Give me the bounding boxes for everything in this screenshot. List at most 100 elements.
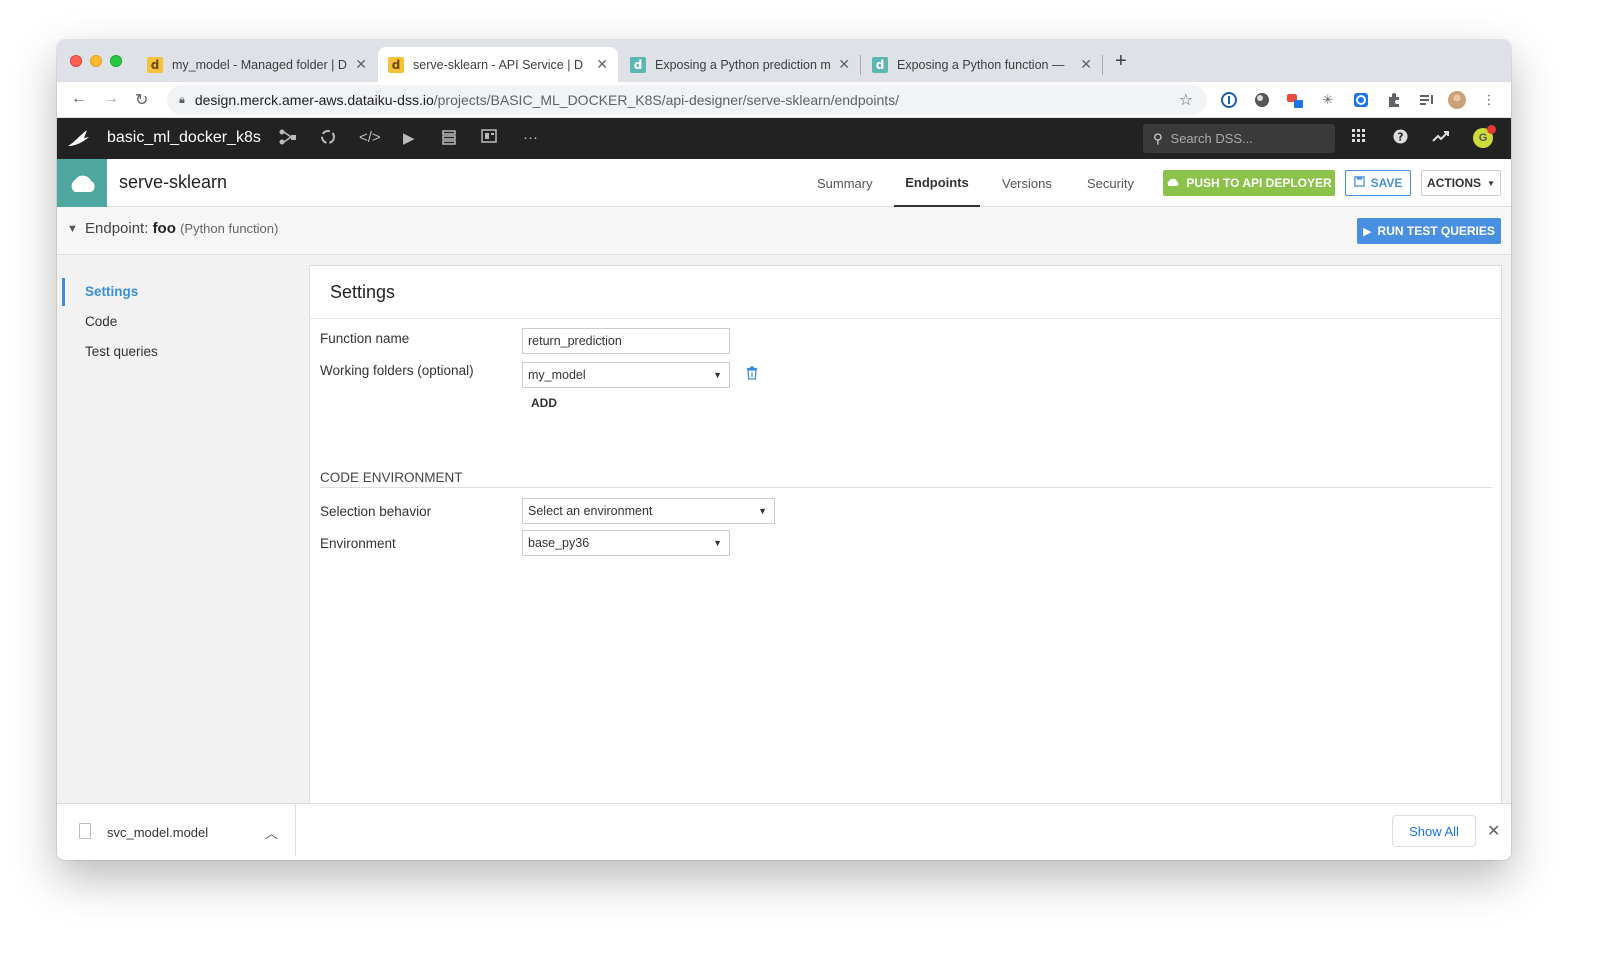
window-minimize-button[interactable] — [90, 55, 102, 67]
caret-down-icon: ▼ — [713, 538, 722, 548]
reload-icon[interactable]: ↻ — [135, 90, 148, 110]
password-manager-extension-icon[interactable] — [1220, 91, 1238, 109]
url-path: /projects/BASIC_ML_DOCKER_K8S/api-design… — [433, 92, 900, 108]
endpoint-prefix: Endpoint: — [85, 220, 149, 237]
section-divider — [320, 487, 1492, 488]
browser-window: d my_model - Managed folder | D ✕ d serv… — [57, 40, 1511, 860]
active-indicator — [62, 278, 65, 306]
play-icon: ▶ — [1363, 225, 1372, 238]
endpoint-type: (Python function) — [180, 221, 279, 236]
download-file-name[interactable]: svc_model.model — [107, 825, 208, 840]
browser-tab-serve-sklearn[interactable]: d serve-sklearn - API Service | D ✕ — [378, 47, 618, 82]
back-arrow-icon[interactable]: ← — [71, 90, 87, 108]
sidebar-item-settings[interactable]: Settings — [85, 284, 138, 299]
browser-tab-my-model[interactable]: d my_model - Managed folder | D ✕ — [137, 47, 377, 82]
tab-separator — [860, 55, 861, 75]
browser-tab-strip: d my_model - Managed folder | D ✕ d serv… — [57, 40, 1511, 82]
snowflake-extension-icon[interactable]: ✳︎ — [1319, 91, 1337, 109]
chevron-up-icon[interactable]: ︿ — [265, 823, 278, 842]
dataiku-doc-favicon-icon: d — [872, 56, 888, 73]
add-working-folder-button[interactable]: ADD — [531, 396, 557, 410]
refresh-extension-icon[interactable] — [1352, 91, 1370, 109]
flow-icon[interactable] — [279, 129, 297, 149]
lock-icon: 🔒︎ — [179, 93, 185, 106]
browser-tab-exposing-prediction[interactable]: d Exposing a Python prediction m ✕ — [620, 47, 860, 82]
tab-title: Exposing a Python function — — [897, 57, 1065, 72]
avatar-letter: G — [1478, 132, 1488, 144]
download-shelf: svc_model.model ︿ Show All ✕ — [57, 803, 1511, 860]
code-environment-heading: CODE ENVIRONMENT — [320, 470, 463, 485]
caret-down-icon: ▼ — [713, 370, 722, 380]
tab-security[interactable]: Security — [1087, 159, 1134, 207]
selection-behavior-select[interactable]: Select an environment ▼ — [522, 498, 775, 524]
endpoint-caret-down-icon[interactable]: ▼ — [67, 223, 78, 235]
svg-text:?: ? — [1398, 131, 1404, 143]
service-title: serve-sklearn — [119, 172, 228, 192]
endpoint-name: foo — [152, 220, 176, 237]
save-label: SAVE — [1370, 176, 1403, 190]
tab-summary[interactable]: Summary — [817, 159, 873, 207]
profile-avatar-icon[interactable] — [1448, 91, 1466, 109]
play-icon[interactable]: ▶ — [403, 129, 415, 147]
run-label: RUN TEST QUERIES — [1377, 224, 1495, 238]
url-host: design.merck.amer-aws.dataiku-dss.io — [194, 92, 434, 108]
address-bar[interactable]: 🔒︎ design.merck.amer-aws.dataiku-dss.io /… — [167, 85, 1207, 115]
sidebar-item-code[interactable]: Code — [85, 314, 117, 329]
dataiku-bird-logo-icon[interactable] — [67, 128, 91, 154]
run-test-queries-button[interactable]: ▶ RUN TEST QUERIES — [1357, 218, 1501, 244]
environment-label: Environment — [320, 536, 396, 551]
sidebar-item-test-queries[interactable]: Test queries — [85, 344, 158, 359]
media-queue-icon[interactable] — [1418, 91, 1436, 109]
environment-select[interactable]: base_py36 ▼ — [522, 530, 730, 556]
tab-versions[interactable]: Versions — [1002, 159, 1052, 207]
recycle-icon[interactable] — [320, 129, 336, 149]
trending-icon[interactable] — [1432, 129, 1450, 147]
notification-extension-icon[interactable] — [1286, 91, 1304, 109]
function-name-input[interactable]: return_prediction — [522, 328, 730, 354]
working-folders-label: Working folders (optional) — [320, 363, 474, 378]
function-name-value: return_prediction — [528, 334, 622, 348]
forward-arrow-icon[interactable]: → — [103, 90, 119, 108]
tab-close-icon[interactable]: ✕ — [838, 56, 850, 73]
bookmark-star-icon[interactable]: ☆ — [1179, 90, 1193, 110]
tab-separator — [1102, 55, 1103, 75]
dss-search-input[interactable]: ⚲ Search DSS... — [1143, 124, 1335, 153]
push-to-api-deployer-button[interactable]: PUSH TO API DEPLOYER — [1163, 170, 1335, 196]
show-all-downloads-button[interactable]: Show All — [1392, 815, 1476, 847]
dss-top-nav: basic_ml_docker_k8s </> ▶ ··· ⚲ Search D… — [57, 118, 1511, 159]
close-icon[interactable]: ✕ — [1487, 821, 1500, 841]
puzzle-extensions-icon[interactable] — [1385, 91, 1403, 109]
user-avatar[interactable]: G — [1473, 125, 1496, 148]
settings-panel: Settings Function name return_prediction… — [309, 265, 1502, 803]
help-icon[interactable]: ? — [1393, 129, 1408, 148]
api-service-header: serve-sklearn Summary Endpoints Versions… — [57, 159, 1511, 207]
endpoint-selector[interactable]: Endpoint: foo (Python function) — [85, 220, 278, 237]
browser-tab-exposing-function[interactable]: d Exposing a Python function — ✕ — [862, 47, 1102, 82]
notification-dot — [1487, 125, 1496, 134]
tab-close-icon[interactable]: ✕ — [355, 56, 367, 73]
working-folder-select[interactable]: my_model ▼ — [522, 362, 730, 388]
circle-extension-icon[interactable] — [1253, 91, 1271, 109]
environment-value: base_py36 — [528, 536, 590, 550]
tab-close-icon[interactable]: ✕ — [596, 56, 608, 73]
cloud-icon — [57, 159, 107, 207]
save-button[interactable]: SAVE — [1345, 170, 1411, 196]
new-tab-icon[interactable]: + — [1115, 50, 1127, 73]
more-icon[interactable]: ··· — [523, 129, 538, 146]
window-close-button[interactable] — [70, 55, 82, 67]
stack-icon[interactable] — [441, 129, 457, 149]
trash-icon[interactable] — [746, 366, 760, 382]
download-separator — [295, 804, 296, 856]
actions-dropdown-button[interactable]: ACTIONS ▼ — [1421, 170, 1501, 196]
search-placeholder: Search DSS... — [1170, 131, 1253, 146]
kebab-menu-icon[interactable]: ⋮ — [1480, 91, 1498, 109]
settings-sidebar: Settings Code Test queries — [57, 255, 307, 803]
tab-close-icon[interactable]: ✕ — [1080, 56, 1092, 73]
window-zoom-button[interactable] — [110, 55, 122, 67]
tab-endpoints[interactable]: Endpoints — [894, 159, 980, 207]
dashboard-icon[interactable] — [481, 129, 497, 147]
apps-grid-icon[interactable] — [1352, 129, 1366, 147]
code-icon[interactable]: </> — [359, 129, 381, 146]
actions-label: ACTIONS — [1427, 176, 1482, 190]
project-name[interactable]: basic_ml_docker_k8s — [107, 129, 261, 147]
